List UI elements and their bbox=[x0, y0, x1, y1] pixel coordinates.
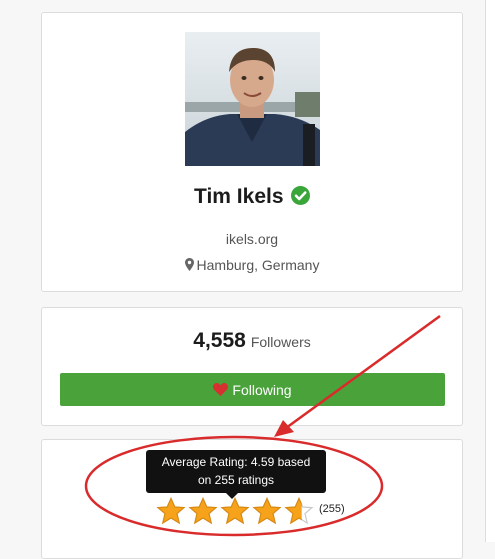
star-icon[interactable] bbox=[252, 497, 282, 525]
tooltip-line-2: on 255 ratings bbox=[197, 473, 275, 487]
star-icon[interactable] bbox=[284, 497, 314, 525]
star-icon[interactable] bbox=[220, 497, 250, 525]
following-button-label: Following bbox=[232, 381, 292, 398]
followers-card: 4,558 Followers Following bbox=[41, 307, 463, 426]
website-link[interactable]: ikels.org bbox=[42, 231, 462, 247]
verified-check-icon bbox=[290, 185, 310, 205]
heart-icon bbox=[213, 383, 229, 396]
following-button[interactable]: Following bbox=[60, 373, 445, 406]
rating-tooltip: Average Rating: 4.59 based on 255 rating… bbox=[146, 450, 326, 493]
star-icon[interactable] bbox=[156, 497, 186, 525]
adjacent-panel-edge bbox=[485, 0, 495, 542]
tooltip-line-1: Average Rating: 4.59 based bbox=[161, 455, 311, 469]
star-icon[interactable] bbox=[188, 497, 218, 525]
rating-count: (255) bbox=[319, 503, 345, 515]
profile-card: Tim Ikels ikels.org Hamburg, Germany bbox=[41, 12, 463, 292]
star-rating[interactable] bbox=[156, 497, 316, 525]
profile-name: Tim Ikels bbox=[194, 185, 284, 208]
followers-count: 4,558 bbox=[193, 329, 246, 352]
followers-label: Followers bbox=[250, 334, 311, 350]
map-pin-icon bbox=[184, 258, 194, 271]
profile-location: Hamburg, Germany bbox=[196, 257, 320, 273]
avatar bbox=[185, 32, 320, 166]
